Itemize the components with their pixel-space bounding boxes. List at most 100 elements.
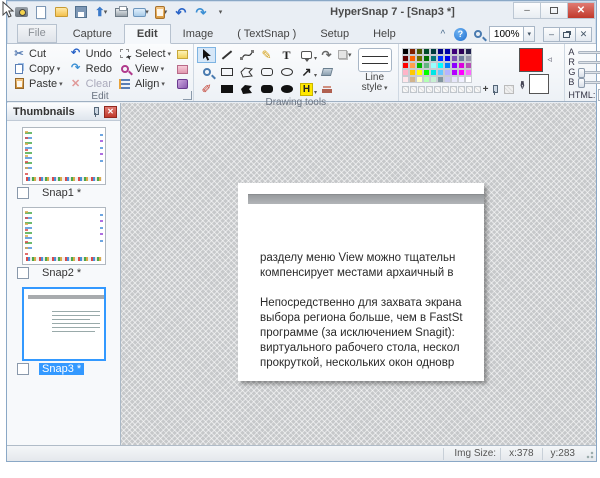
rounded-rect-tool[interactable]: [257, 64, 276, 80]
palette-swatch[interactable]: [423, 69, 430, 76]
align-button[interactable]: Align▾: [116, 76, 173, 91]
cut-button[interactable]: ✂Cut: [10, 46, 65, 61]
palette-swatch[interactable]: [458, 48, 465, 55]
pointer-tool[interactable]: [197, 47, 216, 63]
minimize-button[interactable]: –: [513, 2, 541, 19]
view-button[interactable]: View▾: [116, 61, 173, 76]
snap3-checkbox[interactable]: [17, 363, 29, 375]
filled-ellipse-tool[interactable]: [277, 81, 296, 97]
wizard-mini-button[interactable]: [175, 77, 190, 91]
child-close-button[interactable]: ✕: [575, 27, 592, 42]
palette-swatch[interactable]: [430, 76, 437, 83]
pencil-tool[interactable]: ✎: [257, 47, 276, 63]
custom-swatch[interactable]: [434, 86, 441, 93]
tab-textsnap[interactable]: ( TextSnap ): [225, 25, 308, 43]
slider-thumb[interactable]: [578, 78, 585, 88]
close-button[interactable]: ✕: [567, 2, 595, 19]
palette-swatch[interactable]: [430, 69, 437, 76]
app-logo-icon[interactable]: [13, 5, 29, 20]
foreground-color-swatch[interactable]: [519, 48, 543, 72]
palette-swatch[interactable]: [409, 76, 416, 83]
tab-image[interactable]: Image: [171, 25, 226, 43]
stamp-tool[interactable]: [317, 81, 336, 97]
email-button[interactable]: ▾: [133, 5, 149, 20]
qat-customize-button[interactable]: ▾: [213, 5, 229, 20]
thumbnail-item-snap3[interactable]: Snap3 *: [7, 287, 120, 377]
palette-swatch[interactable]: [444, 69, 451, 76]
polygon-tool[interactable]: [237, 64, 256, 80]
eyedropper-icon[interactable]: ✒: [515, 80, 529, 90]
snap2-checkbox[interactable]: [17, 267, 29, 279]
snap2-label[interactable]: Snap2 *: [39, 267, 84, 279]
child-minimize-button[interactable]: –: [543, 27, 560, 42]
palette-swatch[interactable]: [451, 69, 458, 76]
pin-panel-icon[interactable]: [91, 107, 100, 116]
tab-capture[interactable]: Capture: [61, 25, 124, 43]
palette-swatch[interactable]: [437, 55, 444, 62]
new-snap-button[interactable]: [33, 5, 49, 20]
collapse-ribbon-button[interactable]: ^: [435, 27, 451, 42]
zoom-level-combo[interactable]: 100% ▾: [489, 26, 535, 42]
palette-swatch[interactable]: [402, 55, 409, 62]
palette-swatch[interactable]: [465, 55, 472, 62]
alpha-slider[interactable]: [578, 51, 600, 54]
child-restore-button[interactable]: [559, 27, 576, 42]
palette-swatch[interactable]: [458, 62, 465, 69]
palette-swatch[interactable]: [416, 48, 423, 55]
copy-button[interactable]: Copy▾: [10, 61, 65, 76]
palette-swatch[interactable]: [437, 76, 444, 83]
thumbnail-item-snap1[interactable]: Snap1 *: [7, 127, 120, 201]
color-palette[interactable]: [402, 48, 515, 83]
snap1-thumbnail[interactable]: [22, 127, 106, 185]
palette-swatch[interactable]: [437, 62, 444, 69]
palette-swatch[interactable]: [402, 48, 409, 55]
palette-swatch[interactable]: [423, 48, 430, 55]
filled-polygon-tool[interactable]: [237, 81, 256, 97]
palette-swatch[interactable]: [465, 69, 472, 76]
palette-swatch[interactable]: [444, 55, 451, 62]
curve-tool[interactable]: [237, 47, 256, 63]
arrow-tool[interactable]: ↗▾: [297, 64, 316, 80]
palette-swatch[interactable]: [402, 76, 409, 83]
snap3-thumbnail[interactable]: [22, 287, 106, 361]
custom-swatch[interactable]: [450, 86, 457, 93]
palette-swatch[interactable]: [465, 76, 472, 83]
fill-tool[interactable]: [317, 64, 336, 80]
text-tool[interactable]: T: [277, 47, 296, 63]
zoom-glass-button[interactable]: [470, 27, 486, 42]
tab-help[interactable]: Help: [361, 25, 408, 43]
custom-swatch[interactable]: [458, 86, 465, 93]
palette-swatch[interactable]: [409, 69, 416, 76]
qat-undo-button[interactable]: ↶: [173, 5, 189, 20]
palette-swatch[interactable]: [416, 76, 423, 83]
palette-swatch[interactable]: [451, 76, 458, 83]
tab-edit[interactable]: Edit: [124, 24, 171, 44]
help-icon[interactable]: ?: [454, 28, 467, 41]
print-button[interactable]: [113, 5, 129, 20]
custom-swatch[interactable]: [474, 86, 481, 93]
select-button[interactable]: Select▾: [116, 46, 173, 61]
zoom-tool[interactable]: [197, 64, 216, 80]
palette-swatch[interactable]: [451, 48, 458, 55]
qat-redo-button[interactable]: ↷: [193, 5, 209, 20]
custom-swatch[interactable]: [402, 86, 409, 93]
panel-close-button[interactable]: ✕: [104, 106, 117, 118]
palette-swatch[interactable]: [423, 55, 430, 62]
snap3-image[interactable]: разделу меню View можно тщательн компенс…: [238, 183, 484, 381]
ellipse-tool[interactable]: [277, 64, 296, 80]
snap2-thumbnail[interactable]: [22, 207, 106, 265]
palette-swatch[interactable]: [402, 69, 409, 76]
rectangle-tool[interactable]: [217, 64, 236, 80]
palette-swatch[interactable]: [430, 48, 437, 55]
open-button[interactable]: [53, 5, 69, 20]
pin-colors-icon[interactable]: [490, 85, 499, 94]
custom-swatch[interactable]: [418, 86, 425, 93]
filled-rounded-rect-tool[interactable]: [257, 81, 276, 97]
palette-swatch[interactable]: [409, 55, 416, 62]
palette-swatch[interactable]: [451, 55, 458, 62]
palette-swatch[interactable]: [409, 48, 416, 55]
green-slider[interactable]: [578, 71, 600, 74]
palette-swatch[interactable]: [423, 62, 430, 69]
tab-setup[interactable]: Setup: [308, 25, 361, 43]
marker-tool[interactable]: ✐: [197, 81, 216, 97]
